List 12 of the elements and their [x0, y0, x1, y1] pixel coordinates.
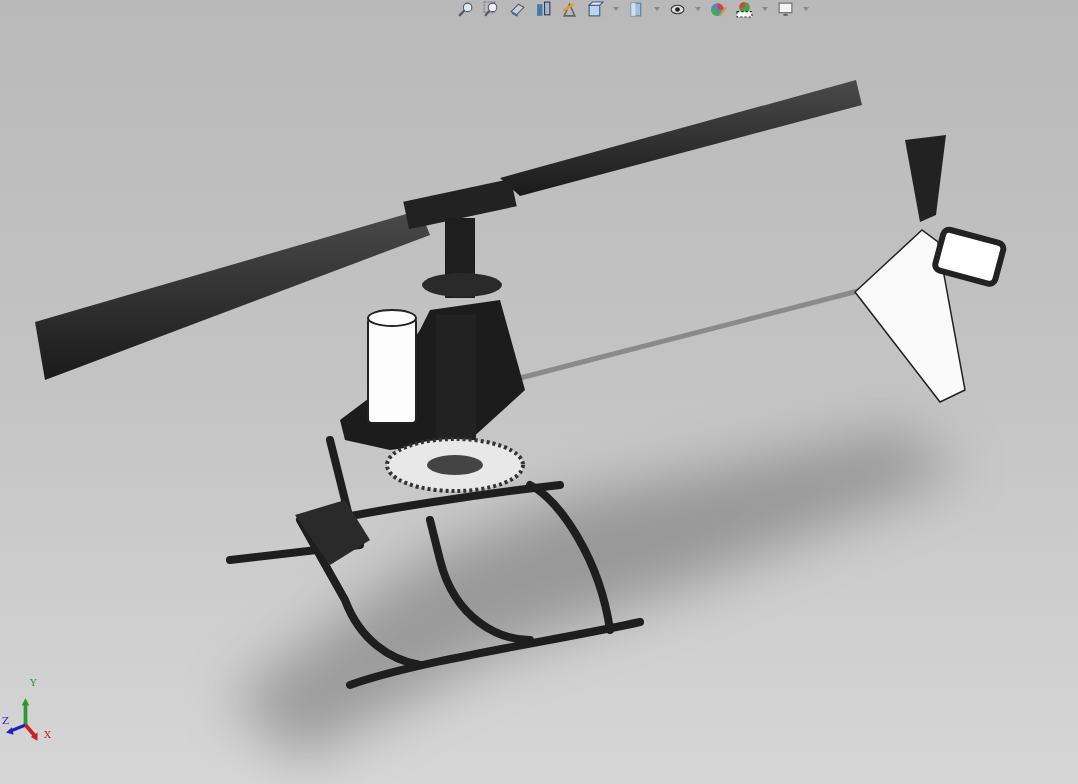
axis-label: X: [44, 730, 52, 740]
annotation-icon[interactable]: [561, 0, 578, 18]
scene-icon[interactable]: [736, 0, 753, 18]
axis-label: Z: [2, 716, 9, 726]
color-ball-icon[interactable]: [710, 0, 727, 18]
zoom-icon[interactable]: [483, 0, 500, 18]
view-arrow-icon[interactable]: [509, 0, 526, 18]
cube-icon[interactable]: [587, 0, 604, 18]
section-view-icon[interactable]: [535, 0, 552, 18]
axis-label: Y: [30, 678, 37, 688]
zoom-fit-icon[interactable]: [457, 0, 474, 18]
monitor-icon[interactable]: [777, 0, 794, 18]
